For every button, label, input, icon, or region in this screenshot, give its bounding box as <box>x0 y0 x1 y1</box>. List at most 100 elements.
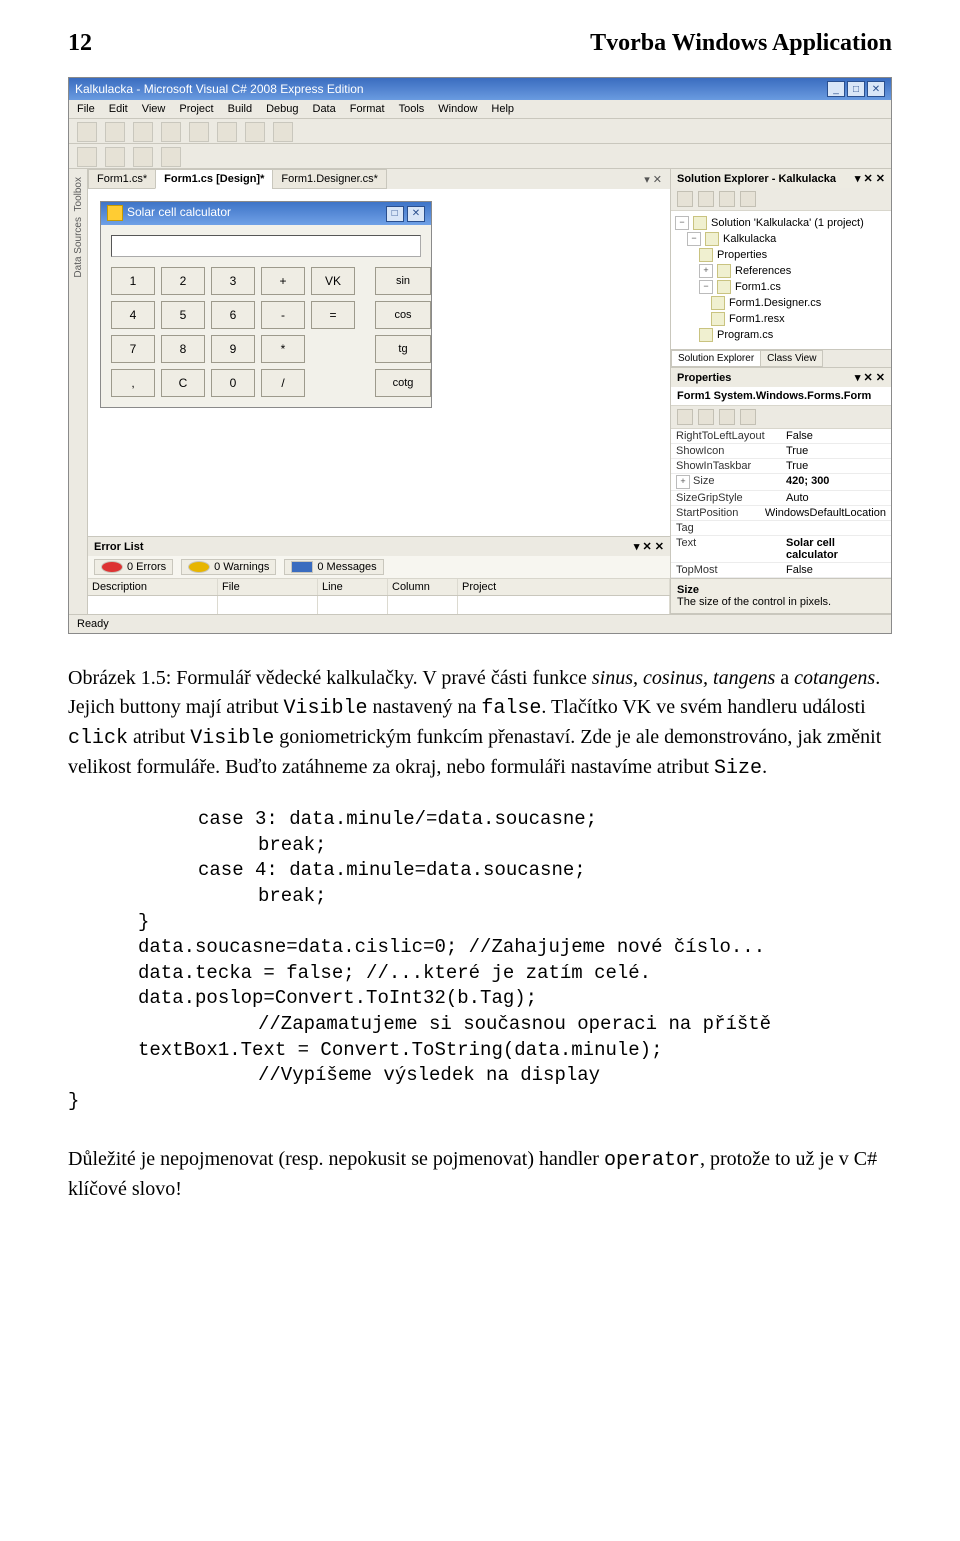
se-tool-icon[interactable] <box>677 191 693 207</box>
solution-explorer-tabs[interactable]: Solution ExplorerClass View <box>671 349 891 367</box>
error-col-header[interactable]: Column <box>388 579 458 595</box>
calc-key[interactable]: 6 <box>211 301 255 329</box>
calc-key[interactable]: - <box>261 301 305 329</box>
se-tool-icon[interactable] <box>719 191 735 207</box>
toolbar-button[interactable] <box>133 122 153 142</box>
menu-window[interactable]: Window <box>438 103 477 115</box>
error-col-header[interactable]: File <box>218 579 318 595</box>
designer-canvas[interactable]: Solar cell calculator □ ✕ 123+VKsin456-=… <box>88 189 670 536</box>
error-col-header[interactable]: Line <box>318 579 388 595</box>
toolbar-button[interactable] <box>105 147 125 167</box>
toolbar[interactable] <box>69 119 891 144</box>
calc-key[interactable]: tg <box>375 335 431 363</box>
toolbar-button[interactable] <box>105 122 125 142</box>
doc-tabs[interactable]: Form1.cs*Form1.cs [Design]*Form1.Designe… <box>88 169 670 189</box>
calc-key[interactable]: sin <box>375 267 431 295</box>
menu-file[interactable]: File <box>77 103 95 115</box>
property-row[interactable]: ShowInTaskbarTrue <box>671 459 891 474</box>
calc-key[interactable]: 5 <box>161 301 205 329</box>
se-tool-icon[interactable] <box>740 191 756 207</box>
menu-data[interactable]: Data <box>313 103 336 115</box>
calculator-window[interactable]: Solar cell calculator □ ✕ 123+VKsin456-=… <box>100 201 432 408</box>
calc-key[interactable]: / <box>261 369 305 397</box>
toolbar-button[interactable] <box>217 122 237 142</box>
calc-key[interactable]: 1 <box>111 267 155 295</box>
props-tool-icon[interactable] <box>740 409 756 425</box>
doc-tabs-controls[interactable]: ▾ ✕ <box>644 173 670 186</box>
calc-key[interactable]: = <box>311 301 355 329</box>
se-tab[interactable]: Solution Explorer <box>671 350 761 367</box>
tree-node[interactable]: −Solution 'Kalkulacka' (1 project) <box>675 215 887 231</box>
property-row[interactable]: StartPositionWindowsDefaultLocation <box>671 506 891 521</box>
error-filter[interactable]: 0 Warnings <box>181 559 276 575</box>
error-list-filters[interactable]: 0 Errors 0 Warnings 0 Messages <box>88 556 670 579</box>
calculator-maximize-icon[interactable]: □ <box>386 206 404 222</box>
error-col-header[interactable]: Project <box>458 579 670 595</box>
calc-key[interactable]: 4 <box>111 301 155 329</box>
calculator-titlebar[interactable]: Solar cell calculator □ ✕ <box>101 202 431 225</box>
minimize-icon[interactable]: _ <box>827 81 845 97</box>
tree-node[interactable]: +References <box>675 263 887 279</box>
properties-close[interactable]: ▾ ✕ ✕ <box>855 371 885 384</box>
doc-tab[interactable]: Form1.Designer.cs* <box>272 169 387 189</box>
tree-node[interactable]: −Kalkulacka <box>675 231 887 247</box>
property-row[interactable]: + Size420; 300 <box>671 474 891 491</box>
ide-titlebar[interactable]: Kalkulacka - Microsoft Visual C# 2008 Ex… <box>69 78 891 100</box>
toolbar2[interactable] <box>69 144 891 169</box>
doc-tab[interactable]: Form1.cs [Design]* <box>155 169 273 189</box>
calc-key[interactable]: cos <box>375 301 431 329</box>
calc-key[interactable]: , <box>111 369 155 397</box>
se-tool-icon[interactable] <box>698 191 714 207</box>
menu-tools[interactable]: Tools <box>399 103 425 115</box>
calc-key[interactable]: 7 <box>111 335 155 363</box>
property-row[interactable]: TopMostFalse <box>671 563 891 578</box>
property-row[interactable]: SizeGripStyleAuto <box>671 491 891 506</box>
menu-build[interactable]: Build <box>228 103 252 115</box>
properties-toolbar[interactable] <box>671 406 891 429</box>
maximize-icon[interactable]: □ <box>847 81 865 97</box>
menu-debug[interactable]: Debug <box>266 103 298 115</box>
error-list-close[interactable]: ▾ ✕ ✕ <box>634 540 664 553</box>
tree-node[interactable]: Program.cs <box>675 327 887 343</box>
toolbar-button[interactable] <box>133 147 153 167</box>
error-filter[interactable]: 0 Messages <box>284 559 383 575</box>
menu-view[interactable]: View <box>142 103 166 115</box>
solution-tree[interactable]: −Solution 'Kalkulacka' (1 project)−Kalku… <box>671 211 891 349</box>
menu-project[interactable]: Project <box>179 103 213 115</box>
toolbar-button[interactable] <box>273 122 293 142</box>
toolbar-button[interactable] <box>245 122 265 142</box>
menu-bar[interactable]: File Edit View Project Build Debug Data Format T… <box>69 100 891 119</box>
calculator-close-icon[interactable]: ✕ <box>407 206 425 222</box>
property-row[interactable]: RightToLeftLayoutFalse <box>671 429 891 444</box>
side-tab-strip[interactable]: Toolbox Data Sources <box>69 169 88 614</box>
toolbar-button[interactable] <box>77 122 97 142</box>
calc-key[interactable]: C <box>161 369 205 397</box>
props-tool-icon[interactable] <box>698 409 714 425</box>
error-filter[interactable]: 0 Errors <box>94 559 173 575</box>
tree-node[interactable]: Form1.resx <box>675 311 887 327</box>
menu-format[interactable]: Format <box>350 103 385 115</box>
doc-tab[interactable]: Form1.cs* <box>88 169 156 189</box>
tree-node[interactable]: −Form1.cs <box>675 279 887 295</box>
toolbar-button[interactable] <box>161 122 181 142</box>
error-col-header[interactable]: Description <box>88 579 218 595</box>
tree-node[interactable]: Form1.Designer.cs <box>675 295 887 311</box>
solution-explorer-close[interactable]: ▾ ✕ ✕ <box>855 172 885 185</box>
vtab-toolbox[interactable]: Toolbox <box>73 177 84 211</box>
calc-key[interactable]: cotg <box>375 369 431 397</box>
solution-explorer-toolbar[interactable] <box>671 188 891 211</box>
menu-help[interactable]: Help <box>491 103 514 115</box>
calc-key[interactable]: 2 <box>161 267 205 295</box>
close-icon[interactable]: ✕ <box>867 81 885 97</box>
toolbar-button[interactable] <box>189 122 209 142</box>
menu-edit[interactable]: Edit <box>109 103 128 115</box>
tree-node[interactable]: Properties <box>675 247 887 263</box>
toolbar-button[interactable] <box>77 147 97 167</box>
toolbar-button[interactable] <box>161 147 181 167</box>
vtab-data-sources[interactable]: Data Sources <box>73 217 84 278</box>
calc-key[interactable]: 8 <box>161 335 205 363</box>
properties-object[interactable]: Form1 System.Windows.Forms.Form <box>671 387 891 406</box>
calc-key[interactable]: + <box>261 267 305 295</box>
property-row[interactable]: TextSolar cell calculator <box>671 536 891 563</box>
calc-key[interactable]: 3 <box>211 267 255 295</box>
